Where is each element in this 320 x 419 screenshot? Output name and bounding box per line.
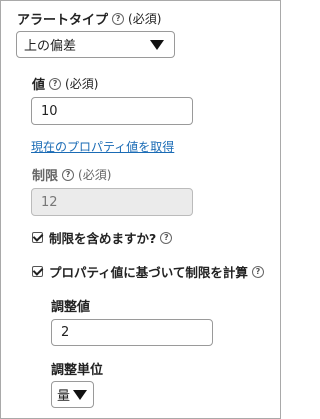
value-input[interactable]: 10 [31, 97, 193, 125]
adjust-unit-label: 調整単位 [51, 363, 104, 378]
calculate-limit-checkbox[interactable] [32, 266, 43, 277]
help-icon[interactable]: ? [251, 265, 264, 278]
required-marker: (必須) [65, 77, 99, 91]
value-label-row: 値 ? (必須) [32, 74, 98, 93]
dropdown-arrow-icon [73, 389, 87, 400]
dropdown-arrow-icon [150, 39, 164, 50]
help-icon[interactable]: ? [62, 168, 75, 181]
calculate-limit-label[interactable]: プロパティ値に基づいて制限を計算 [49, 262, 248, 281]
limit-label: 制限 [32, 169, 59, 184]
required-marker: (必須) [128, 12, 162, 26]
help-icon[interactable]: ? [49, 77, 62, 90]
required-marker: (必須) [78, 168, 112, 182]
adjust-value-label: 調整値 [51, 300, 91, 315]
alert-type-selected: 上の偏差 [24, 39, 77, 54]
adjust-unit-select[interactable]: 量 [51, 381, 94, 408]
limit-label-row: 制限 ? (必須) [32, 165, 111, 184]
alert-type-label-row: アラートタイプ ? (必須) [17, 9, 161, 28]
adjust-unit-selected: 量 [57, 389, 71, 404]
get-current-property-value-link[interactable]: 現在のプロパティ値を取得 [31, 138, 174, 155]
value-label: 値 [32, 78, 46, 93]
limit-input: 12 [31, 188, 193, 216]
help-icon[interactable]: ? [112, 12, 125, 25]
alert-type-select[interactable]: 上の偏差 [16, 31, 175, 58]
calculate-limit-row: プロパティ値に基づいて制限を計算 ? [32, 262, 264, 281]
adjust-value-input[interactable]: 2 [51, 319, 213, 346]
alert-type-label: アラートタイプ [17, 13, 109, 28]
include-limit-checkbox[interactable] [32, 232, 43, 243]
help-icon[interactable]: ? [160, 231, 173, 244]
include-limit-label[interactable]: 制限を含めますか? [49, 228, 156, 247]
include-limit-row: 制限を含めますか? ? [32, 228, 173, 247]
alert-settings-panel: アラートタイプ ? (必須) 上の偏差 値 ? (必須) 10 現在のプロパティ… [0, 0, 281, 419]
